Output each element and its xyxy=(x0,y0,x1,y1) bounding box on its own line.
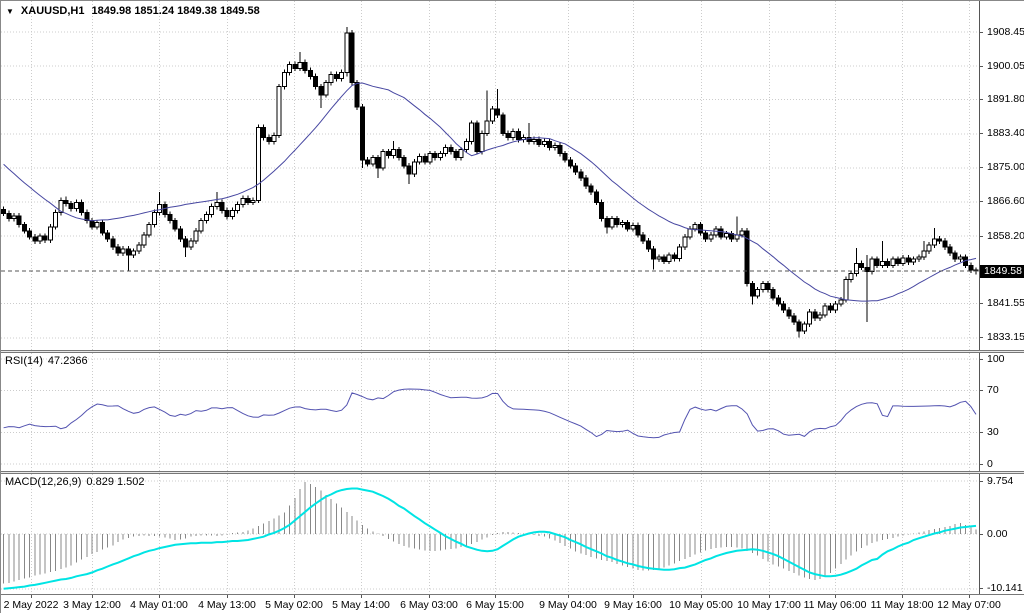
time-tick xyxy=(227,595,228,598)
time-tick xyxy=(361,595,362,598)
time-axis-label: 9 May 16:00 xyxy=(604,599,662,611)
time-axis-label: 11 May 06:00 xyxy=(804,599,867,611)
panel-splitter-1[interactable] xyxy=(1,350,1024,353)
rsi-value: 47.2366 xyxy=(48,355,88,367)
price-axis-main[interactable]: 1849.58 1908.45 1900.05 1891.80 1883.40 1875… xyxy=(979,1,1024,351)
axis-label: 1875.00 xyxy=(987,161,1024,173)
axis-label: 1891.80 xyxy=(987,93,1024,105)
rsi-panel[interactable]: RSI(14) 47.2366 xyxy=(1,353,979,471)
axis-label: 70 xyxy=(987,384,999,396)
time-tick xyxy=(429,595,430,598)
time-axis-label: 9 May 04:00 xyxy=(539,599,597,611)
macd-panel[interactable]: MACD(12,26,9) 0.829 1.502 xyxy=(1,474,979,594)
rsi-chart[interactable] xyxy=(1,353,979,471)
time-axis-label: 2 May 2022 xyxy=(4,599,59,611)
axis-label: 1883.40 xyxy=(987,127,1024,139)
candles xyxy=(2,27,978,338)
rsi-line xyxy=(4,389,976,438)
time-tick xyxy=(92,595,93,598)
candlestick-chart[interactable] xyxy=(1,1,979,351)
axis-label: 9.754 xyxy=(987,475,1013,487)
time-axis-label: 4 May 13:00 xyxy=(198,599,256,611)
macd-header: MACD(12,26,9) 0.829 1.502 xyxy=(5,476,145,488)
axis-label: 1900.05 xyxy=(987,60,1024,72)
time-tick xyxy=(633,595,634,598)
main-chart-panel[interactable]: ▼ XAUUSD,H1 1849.98 1851.24 1849.38 1849… xyxy=(1,1,979,351)
chart-symbol-title: XAUUSD,H1 xyxy=(21,5,85,17)
axis-label: 1841.55 xyxy=(987,297,1024,309)
time-tick xyxy=(159,595,160,598)
time-axis-label: 12 May 07:00 xyxy=(937,599,1001,611)
chart-header: ▼ XAUUSD,H1 1849.98 1851.24 1849.38 1849… xyxy=(6,5,260,17)
macd-axis[interactable]: 9.754 0.00 -10.141 xyxy=(979,474,1024,594)
axis-label: 0 xyxy=(987,458,993,470)
axis-label: 0.00 xyxy=(987,528,1007,540)
macd-chart[interactable] xyxy=(1,474,979,594)
time-axis-label: 6 May 03:00 xyxy=(400,599,458,611)
time-axis-label: 3 May 12:00 xyxy=(63,599,121,611)
axis-label: 1858.20 xyxy=(987,230,1024,242)
moving-average-line xyxy=(4,83,976,301)
macd-histogram xyxy=(4,482,976,583)
rsi-header: RSI(14) 47.2366 xyxy=(5,355,88,367)
time-axis-label: 5 May 14:00 xyxy=(332,599,390,611)
axis-label: 1908.45 xyxy=(987,26,1024,38)
current-price-tag: 1849.58 xyxy=(979,265,1024,278)
axis-label: 1833.15 xyxy=(987,331,1024,343)
symbol-dropdown-icon[interactable]: ▼ xyxy=(6,6,14,17)
time-tick xyxy=(969,595,970,598)
time-axis[interactable]: 2 May 2022 3 May 12:00 4 May 01:00 4 May 13… xyxy=(1,595,1024,613)
time-tick xyxy=(835,595,836,598)
axis-label: -10.141 xyxy=(987,582,1023,594)
rsi-label: RSI(14) xyxy=(5,355,43,367)
time-axis-label: 4 May 01:00 xyxy=(130,599,188,611)
time-tick xyxy=(495,595,496,598)
rsi-axis[interactable]: 100 70 30 0 xyxy=(979,353,1024,471)
time-axis-label: 10 May 05:00 xyxy=(669,599,733,611)
time-tick xyxy=(769,595,770,598)
time-tick xyxy=(902,595,903,598)
axis-label: 1866.60 xyxy=(987,195,1024,207)
panel-splitter-2[interactable] xyxy=(1,471,1024,474)
time-axis-label: 5 May 02:00 xyxy=(265,599,323,611)
time-axis-label: 10 May 17:00 xyxy=(737,599,801,611)
time-tick xyxy=(701,595,702,598)
chart-ohlc-values: 1849.98 1851.24 1849.38 1849.58 xyxy=(92,5,260,17)
time-tick xyxy=(31,595,32,598)
time-axis-label: 6 May 15:00 xyxy=(466,599,524,611)
time-axis-label: 11 May 18:00 xyxy=(871,599,934,611)
macd-label: MACD(12,26,9) xyxy=(5,476,81,488)
axis-label: 30 xyxy=(987,426,999,438)
axis-label: 100 xyxy=(987,353,1005,365)
time-tick xyxy=(568,595,569,598)
chart-window: ▼ XAUUSD,H1 1849.98 1851.24 1849.38 1849… xyxy=(0,0,1024,613)
macd-values: 0.829 1.502 xyxy=(86,476,144,488)
price-axis-border xyxy=(979,1,980,594)
time-tick xyxy=(294,595,295,598)
